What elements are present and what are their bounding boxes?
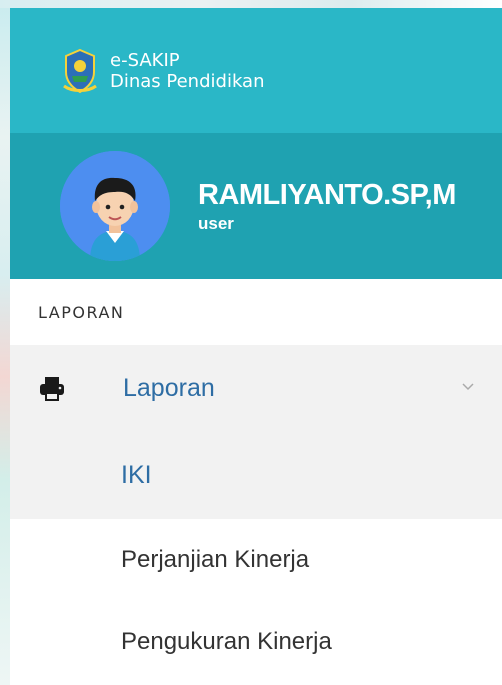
submenu-item-pengukuran-kinerja[interactable]: Pengukuran Kinerja xyxy=(10,601,502,683)
user-panel: RAMLIYANTO.SP,M user xyxy=(10,133,502,279)
brand-line-1: e-SAKIP xyxy=(110,49,180,71)
avatar[interactable] xyxy=(60,151,170,261)
section-header: LAPORAN xyxy=(38,302,125,322)
background-left-strip xyxy=(0,0,10,685)
regional-emblem-logo-icon xyxy=(63,48,97,93)
brand-line-2: Dinas Pendidikan xyxy=(110,70,265,92)
sidebar-item-laporan[interactable]: Laporan xyxy=(10,345,502,432)
brand-title: e-SAKIP Dinas Pendidikan xyxy=(110,50,265,92)
printer-icon xyxy=(40,376,64,401)
user-role: user xyxy=(198,213,234,233)
background-top-strip xyxy=(0,0,502,8)
brand-header[interactable]: e-SAKIP Dinas Pendidikan xyxy=(10,8,502,133)
user-name: RAMLIYANTO.SP,M xyxy=(198,178,456,211)
chevron-down-icon[interactable] xyxy=(462,383,474,391)
sidebar-item-label: Laporan xyxy=(123,374,215,402)
user-info: RAMLIYANTO.SP,M user xyxy=(198,179,456,234)
sidebar: e-SAKIP Dinas Pendidikan RAMLIYANTO.SP,M… xyxy=(10,8,502,685)
submenu-item-iki[interactable]: IKI xyxy=(10,432,502,519)
user-avatar-icon xyxy=(60,151,170,261)
submenu-item-perjanjian-kinerja[interactable]: Perjanjian Kinerja xyxy=(10,519,502,601)
